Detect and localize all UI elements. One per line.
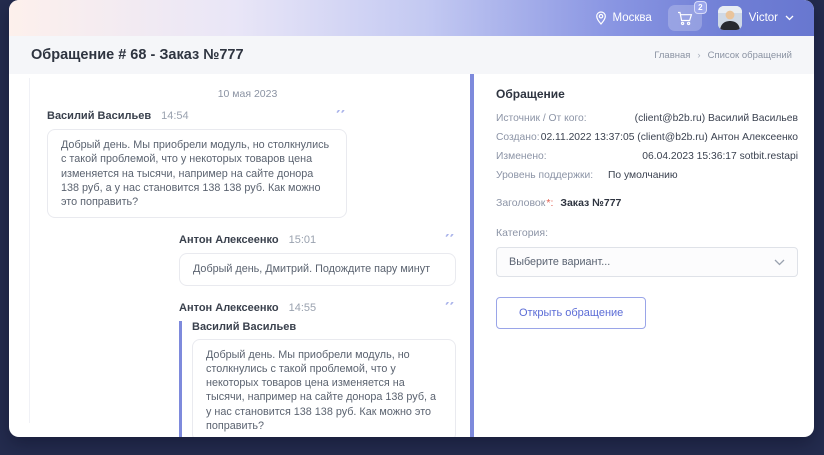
- panel-title: Обращение: [496, 87, 798, 101]
- field-label: Создано:: [496, 132, 540, 143]
- select-chevron-down-icon: [774, 259, 785, 266]
- category-select[interactable]: Выберите вариант...: [496, 247, 798, 277]
- content-area: 10 мая 2023 Василий Васильев 14:54 ” Доб…: [9, 74, 814, 437]
- cart-count-badge: 2: [694, 1, 707, 14]
- message-header: Василий Васильев 14:54 ”: [47, 110, 347, 124]
- user-avatar: [718, 6, 742, 30]
- quoted-message: Василий Васильев Добрый день. Мы приобре…: [179, 321, 456, 438]
- chat-message: Василий Васильев 14:54 ” Добрый день. Мы…: [47, 110, 347, 218]
- message-bubble: Добрый день. Мы приобрели модуль, но сто…: [47, 129, 347, 218]
- required-mark: *:: [546, 197, 553, 209]
- field-value: (client@b2b.ru) Василий Васильев: [587, 113, 798, 124]
- quote-icon[interactable]: ”: [335, 110, 347, 124]
- chat-message: Антон Алексеенко 14:55 ” Василий Василье…: [179, 302, 456, 438]
- breadcrumb: Главная › Список обращений: [654, 50, 792, 61]
- message-author: Антон Алексеенко: [179, 234, 279, 246]
- quoted-bubble: Добрый день. Мы приобрели модуль, но сто…: [192, 339, 456, 438]
- message-time: 14:55: [289, 302, 317, 314]
- quote-icon[interactable]: ”: [444, 302, 456, 316]
- breadcrumb-current[interactable]: Список обращений: [708, 50, 792, 61]
- location-selector[interactable]: Москва: [595, 11, 652, 25]
- subject-value: Заказ №777: [560, 197, 621, 209]
- topbar: Москва 2 Victor: [9, 0, 814, 36]
- ticket-details-panel: Обращение Источник / От кого: (client@b2…: [474, 74, 814, 437]
- chat-message: Антон Алексеенко 15:01 ” Добрый день, Дм…: [179, 234, 456, 285]
- chat-panel: 10 мая 2023 Василий Васильев 14:54 ” Доб…: [9, 74, 474, 437]
- message-header: Антон Алексеенко 15:01 ”: [179, 234, 456, 248]
- field-value: 06.04.2023 15:36:17 sotbit.restapi: [547, 151, 798, 162]
- shopping-cart-icon: [677, 11, 693, 26]
- open-ticket-button[interactable]: Открыть обращение: [496, 297, 646, 329]
- page-title: Обращение # 68 - Заказ №777: [31, 47, 244, 63]
- chat-date-separator: 10 мая 2023: [39, 88, 456, 100]
- subject-row: Заголовок *: Заказ №777: [496, 197, 798, 209]
- location-pin-icon: [595, 11, 607, 25]
- message-author: Антон Алексеенко: [179, 302, 279, 314]
- field-row-created: Создано: 02.11.2022 13:37:05 (client@b2b…: [496, 132, 798, 143]
- breadcrumb-home[interactable]: Главная: [654, 50, 690, 61]
- subject-label: Заголовок: [496, 197, 545, 209]
- field-row-modified: Изменено: 06.04.2023 15:36:17 sotbit.res…: [496, 151, 798, 162]
- quote-icon[interactable]: ”: [444, 234, 456, 248]
- category-label: Категория:: [496, 227, 798, 239]
- breadcrumb-separator: ›: [697, 50, 700, 61]
- location-label: Москва: [613, 12, 652, 24]
- field-value: По умолчанию: [608, 170, 678, 181]
- message-time: 14:54: [161, 110, 189, 122]
- main-window: Москва 2 Victor: [9, 0, 814, 437]
- field-label: Уровень поддержки:: [496, 170, 608, 181]
- field-label: Изменено:: [496, 151, 547, 162]
- field-row-source: Источник / От кого: (client@b2b.ru) Васи…: [496, 113, 798, 124]
- message-header: Антон Алексеенко 14:55 ”: [179, 302, 456, 316]
- field-value: 02.11.2022 13:37:05 (client@b2b.ru) Анто…: [540, 132, 798, 143]
- quoted-author: Василий Васильев: [192, 321, 456, 333]
- message-bubble: Добрый день, Дмитрий. Подождите пару мин…: [179, 253, 456, 285]
- message-author: Василий Васильев: [47, 110, 151, 122]
- username-label: Victor: [749, 12, 778, 24]
- field-label: Источник / От кого:: [496, 113, 587, 124]
- page-header: Обращение # 68 - Заказ №777 Главная › Сп…: [9, 36, 814, 74]
- chevron-down-icon: [785, 15, 794, 21]
- category-placeholder: Выберите вариант...: [509, 256, 610, 268]
- message-time: 15:01: [289, 234, 317, 246]
- field-row-support-level: Уровень поддержки: По умолчанию: [496, 170, 798, 181]
- cart-button[interactable]: 2: [668, 5, 702, 31]
- user-menu[interactable]: Victor: [718, 6, 794, 30]
